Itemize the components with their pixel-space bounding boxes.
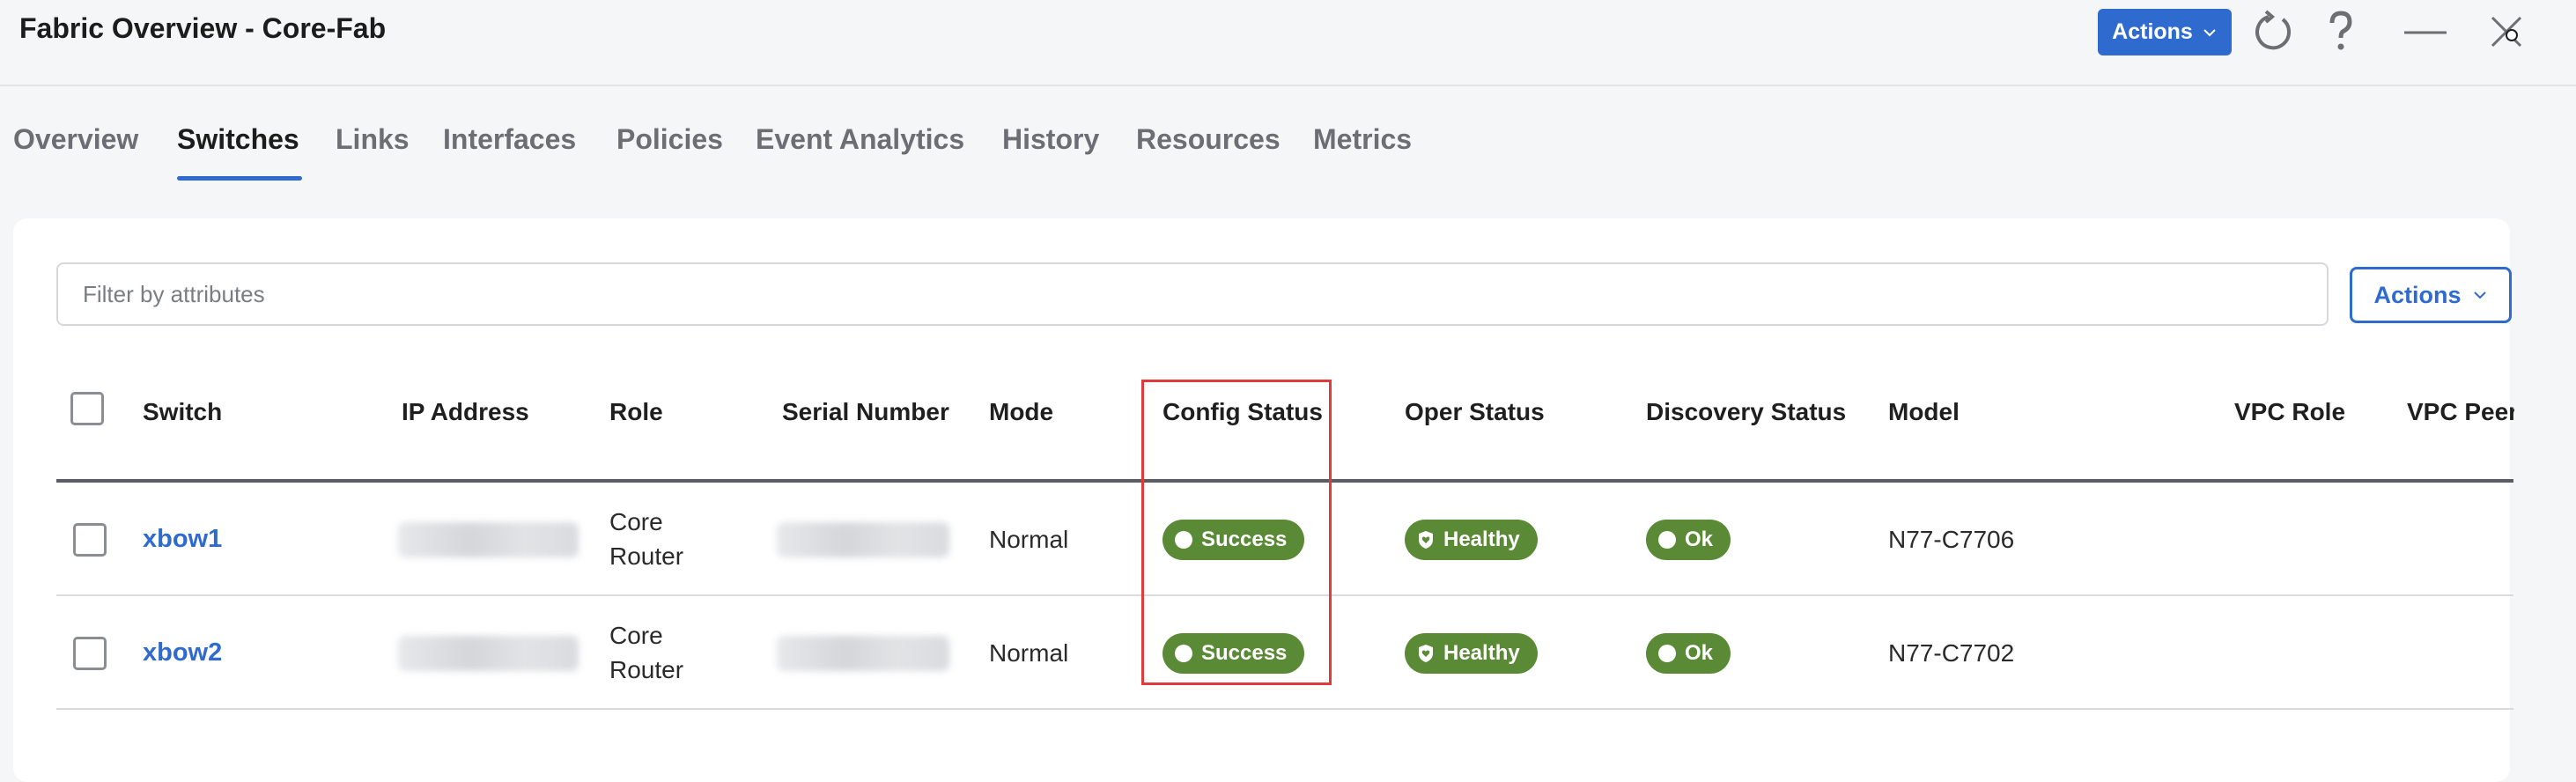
column-header-vpc-peer[interactable]: VPC Peer (2407, 398, 2514, 426)
model-cell: N77-C7706 (1888, 526, 2015, 553)
status-dot-icon (1658, 531, 1676, 549)
oper-status-text: Healthy (1443, 641, 1520, 665)
redacted-ip-address (398, 522, 579, 557)
model-cell: N77-C7702 (1888, 639, 2015, 667)
table-actions-label: Actions (2373, 281, 2462, 308)
refresh-icon[interactable] (2249, 7, 2299, 56)
row-divider (56, 708, 2513, 710)
table-actions-button[interactable]: Actions (2350, 267, 2512, 323)
filter-input[interactable] (56, 262, 2329, 326)
discovery-status-badge: Ok (1646, 520, 1731, 560)
column-header-serial-number[interactable]: Serial Number (782, 398, 949, 426)
role-line: Core (609, 508, 663, 535)
row-checkbox[interactable] (73, 523, 107, 557)
shield-heart-icon (1419, 645, 1433, 662)
tab-interfaces[interactable]: Interfaces (443, 123, 576, 156)
redacted-serial-number (777, 636, 949, 671)
oper-status-badge: Healthy (1405, 520, 1538, 560)
page-header: Fabric Overview - Core-Fab Actions (0, 0, 2576, 86)
chevron-down-icon (2203, 28, 2216, 36)
header-actions-button[interactable]: Actions (2098, 9, 2232, 55)
discovery-status-text: Ok (1685, 641, 1714, 665)
header-actions-label: Actions (2112, 19, 2193, 44)
tab-resources[interactable]: Resources (1136, 123, 1281, 156)
status-dot-icon (1658, 645, 1676, 662)
switch-link[interactable]: xbow2 (143, 638, 222, 668)
mode-cell: Normal (989, 526, 1069, 553)
row-checkbox[interactable] (73, 637, 107, 670)
tab-history[interactable]: History (1002, 123, 1099, 156)
role-line: Core (609, 622, 663, 649)
redacted-ip-address (398, 636, 579, 671)
help-icon[interactable] (2316, 7, 2366, 56)
tab-links[interactable]: Links (336, 123, 410, 156)
config-status-highlight (1141, 380, 1332, 685)
tab-policies[interactable]: Policies (616, 123, 723, 156)
shield-heart-icon (1419, 531, 1433, 549)
oper-status-badge: Healthy (1405, 633, 1538, 674)
column-header-role[interactable]: Role (609, 398, 663, 426)
role-line: Router (609, 656, 684, 683)
discovery-status-badge: Ok (1646, 633, 1731, 674)
minimize-icon[interactable] (2401, 7, 2450, 56)
active-tab-indicator (177, 176, 302, 181)
switch-link[interactable]: xbow1 (143, 525, 222, 554)
oper-status-text: Healthy (1443, 527, 1520, 551)
column-header-vpc-role[interactable]: VPC Role (2234, 398, 2345, 426)
tab-switches[interactable]: Switches (177, 123, 299, 156)
tab-overview[interactable]: Overview (13, 123, 138, 156)
column-header-switch[interactable]: Switch (143, 398, 222, 426)
select-all-checkbox[interactable] (70, 392, 104, 425)
mode-cell: Normal (989, 639, 1069, 667)
tab-event-analytics[interactable]: Event Analytics (756, 123, 964, 156)
role-line: Router (609, 542, 684, 570)
page-title: Fabric Overview - Core-Fab (19, 12, 387, 44)
chevron-down-icon (2473, 291, 2486, 299)
close-icon[interactable] (2482, 7, 2531, 56)
discovery-status-text: Ok (1685, 527, 1714, 551)
column-header-ip-address[interactable]: IP Address (402, 398, 529, 426)
column-header-model[interactable]: Model (1888, 398, 1960, 426)
column-header-oper-status[interactable]: Oper Status (1405, 398, 1545, 426)
role-cell: Core Router (609, 618, 683, 687)
redacted-serial-number (777, 522, 949, 557)
column-header-mode[interactable]: Mode (989, 398, 1053, 426)
column-header-discovery-status[interactable]: Discovery Status (1646, 398, 1846, 426)
tab-metrics[interactable]: Metrics (1313, 123, 1412, 156)
role-cell: Core Router (609, 505, 683, 573)
